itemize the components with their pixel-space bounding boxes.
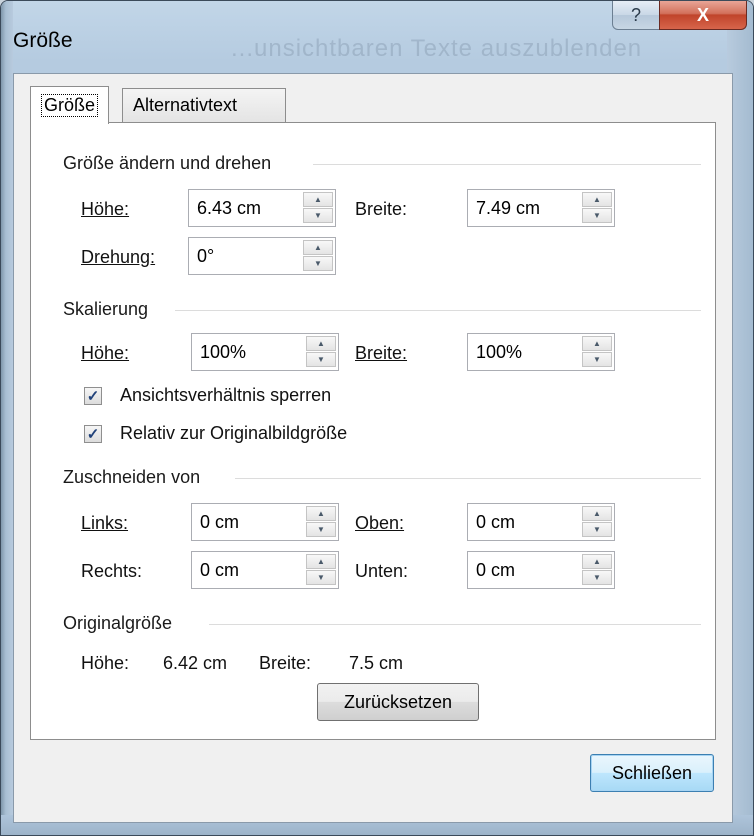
rotation-label-text: Drehung: [81,247,156,267]
section-header-crop: Zuschneiden von [63,467,201,487]
spin-down-icon[interactable]: ▼ [303,208,333,223]
close-icon: X [696,4,709,25]
crop-left-spinner[interactable]: 0 cm ▲ ▼ [191,503,339,541]
help-button[interactable]: ? [612,1,660,30]
spin-down-icon[interactable]: ▼ [582,522,612,537]
scale-height-label-text: Höhe: [81,343,130,363]
crop-bottom-spinner[interactable]: 0 cm ▲ ▼ [467,551,615,589]
crop-left-label: Links: [81,513,128,534]
width-spin-arrows[interactable]: ▲ ▼ [582,192,612,224]
original-height-label: Höhe: [81,653,130,673]
checkmark-icon: ✓ [86,426,100,443]
crop-right-label: Rechts: [81,561,143,581]
spin-down-icon[interactable]: ▼ [306,522,336,537]
height-spinner[interactable]: 6.43 cm ▲ ▼ [188,189,336,227]
tab-alternativtext[interactable]: Alternativtext [122,88,286,122]
crop-right-spinner[interactable]: 0 cm ▲ ▼ [191,551,339,589]
spin-down-icon[interactable]: ▼ [582,352,612,367]
crop-left-label-text: Links: [81,513,129,533]
spin-down-icon[interactable]: ▼ [582,570,612,585]
window-frame-left [1,1,13,835]
spin-down-icon[interactable]: ▼ [582,208,612,223]
tab-panel-groesse: Größe ändern und drehen Höhe: 6.43 cm ▲ … [30,122,716,740]
crop-bottom-label: Unten: [355,561,409,581]
tab-alternativtext-label: Alternativtext [133,95,238,115]
rotation-label: Drehung: [81,247,155,268]
original-width-value: 7.5 cm [349,653,404,673]
crop-top-spinner[interactable]: 0 cm ▲ ▼ [467,503,615,541]
height-value[interactable]: 6.43 cm [197,198,261,219]
rotation-spin-arrows[interactable]: ▲ ▼ [303,240,333,272]
scale-height-spinner[interactable]: 100% ▲ ▼ [191,333,339,371]
height-label-text: Höhe: [81,199,130,219]
reset-button-label: Zurücksetzen [343,691,453,712]
crop-right-value[interactable]: 0 cm [200,560,239,581]
scale-height-value[interactable]: 100% [200,342,246,363]
section-divider [209,624,701,625]
crop-left-value[interactable]: 0 cm [200,512,239,533]
spin-up-icon[interactable]: ▲ [306,506,336,521]
spin-up-icon[interactable]: ▲ [306,554,336,569]
lock-aspect-checkbox[interactable]: ✓ [84,387,102,405]
spin-up-icon[interactable]: ▲ [303,240,333,255]
checkmark-icon: ✓ [86,388,100,405]
relative-original-checkbox[interactable]: ✓ [84,425,102,443]
rotation-spinner[interactable]: 0° ▲ ▼ [188,237,336,275]
width-spinner[interactable]: 7.49 cm ▲ ▼ [467,189,615,227]
spin-up-icon[interactable]: ▲ [582,554,612,569]
close-window-button[interactable]: X [659,1,747,30]
lock-aspect-label[interactable]: Ansichtsverhältnis sperren [120,385,331,406]
section-divider [313,164,701,165]
tab-groesse-label: Größe [41,94,99,117]
scale-width-label-text: Breite: [355,343,408,363]
spin-up-icon[interactable]: ▲ [582,192,612,207]
section-divider [175,310,701,311]
reset-button[interactable]: Zurücksetzen [317,683,479,721]
rotation-value[interactable]: 0° [197,246,214,267]
crop-top-label-text: Oben: [355,513,405,533]
crop-right-spin-arrows[interactable]: ▲ ▼ [306,554,336,586]
crop-top-spin-arrows[interactable]: ▲ ▼ [582,506,612,538]
section-header-size-rotate: Größe ändern und drehen [63,153,272,173]
help-icon: ? [630,4,641,25]
tab-groesse[interactable]: Größe [30,86,110,124]
spin-down-icon[interactable]: ▼ [306,352,336,367]
scale-width-spin-arrows[interactable]: ▲ ▼ [582,336,612,368]
spin-down-icon[interactable]: ▼ [306,570,336,585]
scale-width-value[interactable]: 100% [476,342,522,363]
crop-bottom-spin-arrows[interactable]: ▲ ▼ [582,554,612,586]
spin-up-icon[interactable]: ▲ [303,192,333,207]
title-bar[interactable]: ...unsichtbaren Texte auszublenden Größe… [1,1,753,73]
scale-height-spin-arrows[interactable]: ▲ ▼ [306,336,336,368]
spin-up-icon[interactable]: ▲ [582,506,612,521]
dialog-window: ...unsichtbaren Texte auszublenden Größe… [0,0,754,836]
close-button[interactable]: Schließen [590,754,714,792]
height-label: Höhe: [81,199,129,220]
width-value[interactable]: 7.49 cm [476,198,540,219]
section-header-original: Originalgröße [63,613,173,633]
section-header-scale: Skalierung [63,299,149,319]
section-divider [235,478,701,479]
spin-down-icon[interactable]: ▼ [303,256,333,271]
close-button-label: Schließen [611,762,693,783]
height-spin-arrows[interactable]: ▲ ▼ [303,192,333,224]
original-width-label: Breite: [259,653,312,673]
scale-width-label: Breite: [355,343,407,364]
spin-up-icon[interactable]: ▲ [582,336,612,351]
width-label: Breite: [355,199,408,219]
original-height-value: 6.42 cm [163,653,228,673]
crop-left-spin-arrows[interactable]: ▲ ▼ [306,506,336,538]
crop-top-value[interactable]: 0 cm [476,512,515,533]
crop-bottom-value[interactable]: 0 cm [476,560,515,581]
background-window-title: ...unsichtbaren Texte auszublenden [231,35,643,62]
dialog-client-area: Größe Alternativtext Größe ändern und dr… [13,73,733,823]
crop-top-label: Oben: [355,513,404,534]
relative-original-label[interactable]: Relativ zur Originalbildgröße [120,423,347,444]
spin-up-icon[interactable]: ▲ [306,336,336,351]
scale-width-spinner[interactable]: 100% ▲ ▼ [467,333,615,371]
window-title: Größe [13,29,73,52]
scale-height-label: Höhe: [81,343,129,364]
